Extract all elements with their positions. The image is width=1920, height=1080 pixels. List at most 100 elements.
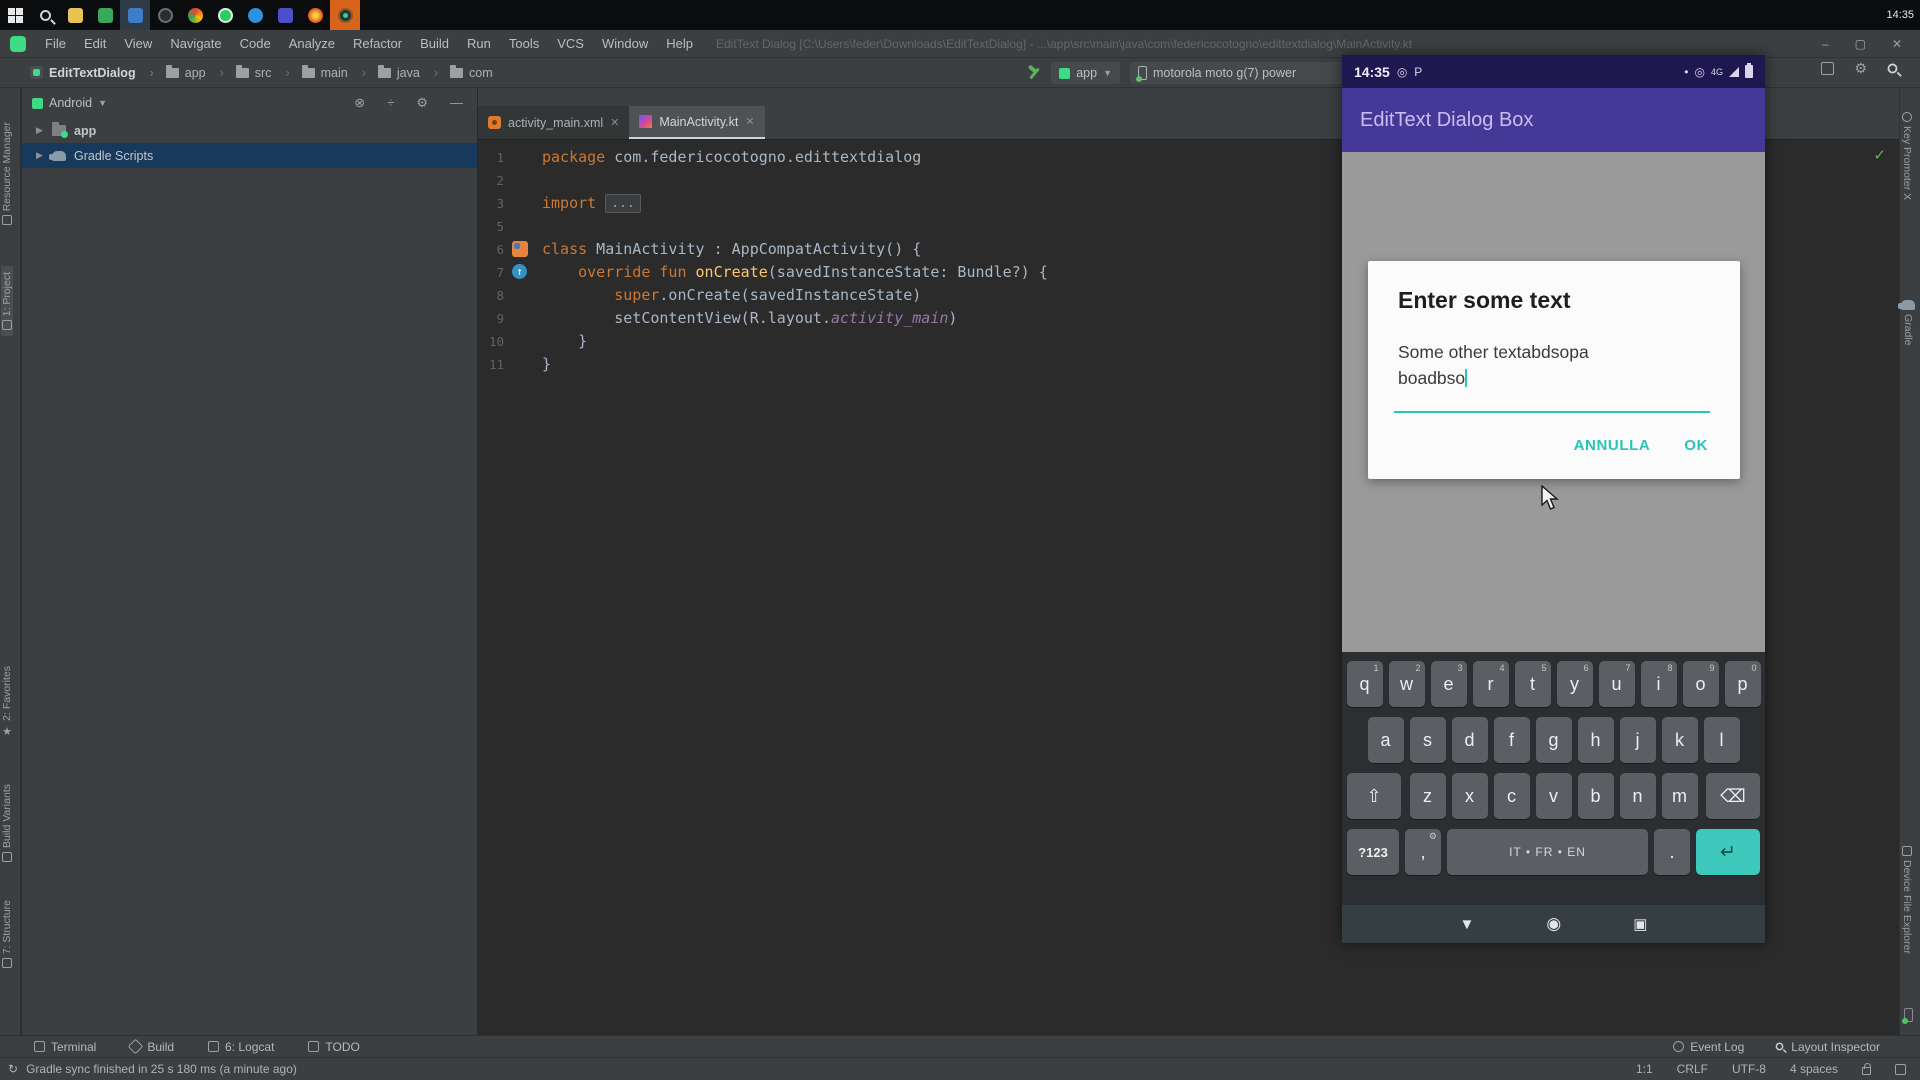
key-w[interactable]: 2w <box>1388 661 1425 707</box>
enter-key[interactable]: ↵ <box>1696 829 1760 875</box>
toolwindow-gradle[interactable]: Gradle <box>1898 300 1915 346</box>
taskbar-app-explorer[interactable] <box>60 0 90 30</box>
toolwindow-project[interactable]: 1: Project <box>1 266 13 337</box>
maximize-button[interactable]: ▢ <box>1855 37 1866 51</box>
menu-run[interactable]: Run <box>458 36 500 51</box>
breadcrumb-src[interactable]: src <box>230 64 296 80</box>
taskbar-app-blue-circle[interactable] <box>240 0 270 30</box>
toolwindow-favorites[interactable]: 2: Favorites ★ <box>1 666 13 738</box>
key-c[interactable]: c <box>1493 773 1530 819</box>
taskbar-app-whatsapp[interactable] <box>210 0 240 30</box>
lock-icon[interactable] <box>1862 1063 1871 1075</box>
comma-key[interactable]: ⚙, <box>1405 829 1441 875</box>
key-a[interactable]: a <box>1367 717 1404 763</box>
key-k[interactable]: k <box>1661 717 1698 763</box>
breadcrumb-java[interactable]: java <box>372 64 444 80</box>
recents-button[interactable]: ▣ <box>1633 915 1647 933</box>
folded-imports[interactable]: ... <box>605 194 641 213</box>
dialog-ok-button[interactable]: OK <box>1684 437 1708 454</box>
menu-view[interactable]: View <box>115 36 161 51</box>
taskbar-app-recorder-active[interactable] <box>330 0 360 30</box>
key-i[interactable]: 8i <box>1640 661 1677 707</box>
indent-indicator[interactable]: 4 spaces <box>1790 1062 1838 1076</box>
start-button[interactable] <box>0 0 30 30</box>
status-message[interactable]: ↻ Gradle sync finished in 25 s 180 ms (a… <box>8 1062 297 1076</box>
menu-window[interactable]: Window <box>593 36 657 51</box>
panel-settings-icon[interactable]: ⚙ <box>416 95 428 111</box>
key-h[interactable]: h <box>1577 717 1614 763</box>
breadcrumb-main[interactable]: main <box>296 64 372 80</box>
key-e[interactable]: 3e <box>1430 661 1467 707</box>
menu-build[interactable]: Build <box>411 36 458 51</box>
toolwindow-resource-manager[interactable]: Resource Manager <box>1 122 13 226</box>
tab-mainactivity-kt[interactable]: MainActivity.kt ✕ <box>629 106 765 139</box>
expand-arrow-icon[interactable]: ▶ <box>36 125 44 136</box>
hide-panel-icon[interactable]: — <box>450 95 463 111</box>
toolwindow-build[interactable]: Build <box>128 1038 174 1055</box>
key-x[interactable]: x <box>1451 773 1488 819</box>
symbols-key[interactable]: ?123 <box>1347 829 1399 875</box>
key-u[interactable]: 7u <box>1598 661 1635 707</box>
key-l[interactable]: l <box>1703 717 1740 763</box>
toolwindow-key-promoter[interactable]: Key Promoter X <box>1901 112 1913 200</box>
override-method-icon[interactable]: ↑ <box>512 264 527 279</box>
key-p[interactable]: 0p <box>1724 661 1761 707</box>
inspection-status-icon[interactable]: ✓ <box>1873 146 1886 164</box>
key-t[interactable]: 5t <box>1514 661 1551 707</box>
tab-activity-main-xml[interactable]: activity_main.xml ✕ <box>478 106 630 139</box>
dialog-text-input[interactable]: Some other textabdsopa boadbso <box>1398 339 1704 391</box>
taskbar-app-chrome[interactable] <box>180 0 210 30</box>
menu-file[interactable]: File <box>36 36 75 51</box>
menu-help[interactable]: Help <box>657 36 702 51</box>
toolwindow-structure[interactable]: 7: Structure <box>1 900 13 969</box>
menu-tools[interactable]: Tools <box>500 36 548 51</box>
locate-file-icon[interactable]: ⊗ <box>354 95 365 111</box>
toolwindow-device-file-explorer[interactable]: Device File Explorer <box>1901 846 1913 954</box>
key-g[interactable]: g <box>1535 717 1572 763</box>
key-r[interactable]: 4r <box>1472 661 1509 707</box>
search-everywhere-icon[interactable] <box>1887 63 1898 74</box>
toolwindow-todo[interactable]: TODO <box>308 1040 360 1054</box>
caret-position[interactable]: 1:1 <box>1636 1062 1653 1076</box>
gradle-status-icon[interactable] <box>1895 1063 1906 1075</box>
encoding-indicator[interactable]: UTF-8 <box>1732 1062 1766 1076</box>
close-tab-icon[interactable]: ✕ <box>610 116 619 129</box>
minimize-button[interactable]: – <box>1822 37 1829 51</box>
key-v[interactable]: v <box>1535 773 1572 819</box>
key-j[interactable]: j <box>1619 717 1656 763</box>
close-button[interactable]: ✕ <box>1892 37 1902 51</box>
menu-vcs[interactable]: VCS <box>548 36 593 51</box>
expand-collapse-icon[interactable]: ÷ <box>387 95 394 111</box>
home-button[interactable]: ◉ <box>1546 914 1561 934</box>
line-ending-indicator[interactable]: CRLF <box>1677 1062 1708 1076</box>
toolwindow-terminal[interactable]: Terminal <box>34 1040 96 1054</box>
menu-refactor[interactable]: Refactor <box>344 36 411 51</box>
build-hammer-icon[interactable] <box>1027 66 1041 80</box>
taskbar-app-dark-circle[interactable] <box>150 0 180 30</box>
project-view-selector[interactable]: Android <box>49 96 92 110</box>
taskbar-app-purple[interactable] <box>270 0 300 30</box>
breadcrumb-com[interactable]: com <box>444 64 499 80</box>
key-b[interactable]: b <box>1577 773 1614 819</box>
breadcrumb-app[interactable]: app <box>160 64 230 80</box>
key-q[interactable]: 1q <box>1346 661 1383 707</box>
menu-edit[interactable]: Edit <box>75 36 115 51</box>
device-select[interactable]: motorola moto g(7) power <box>1130 62 1360 84</box>
taskbar-app-firefox[interactable] <box>300 0 330 30</box>
expand-arrow-icon[interactable]: ▶ <box>36 150 44 161</box>
menu-code[interactable]: Code <box>231 36 280 51</box>
menu-analyze[interactable]: Analyze <box>280 36 344 51</box>
space-key[interactable]: IT • FR • EN <box>1447 829 1648 875</box>
run-configuration-select[interactable]: app ▼ <box>1051 62 1120 84</box>
menu-navigate[interactable]: Navigate <box>161 36 230 51</box>
key-d[interactable]: d <box>1451 717 1488 763</box>
breadcrumb-project[interactable]: EditTextDialog <box>24 66 160 80</box>
taskbar-app-green[interactable] <box>90 0 120 30</box>
class-icon[interactable] <box>512 241 528 257</box>
key-o[interactable]: 9o <box>1682 661 1719 707</box>
back-button[interactable]: ▼ <box>1460 916 1475 933</box>
backspace-key[interactable]: ⌫ <box>1706 773 1760 819</box>
taskbar-search-button[interactable] <box>30 0 60 30</box>
key-z[interactable]: z <box>1409 773 1446 819</box>
event-log-button[interactable]: Event Log <box>1673 1040 1744 1054</box>
